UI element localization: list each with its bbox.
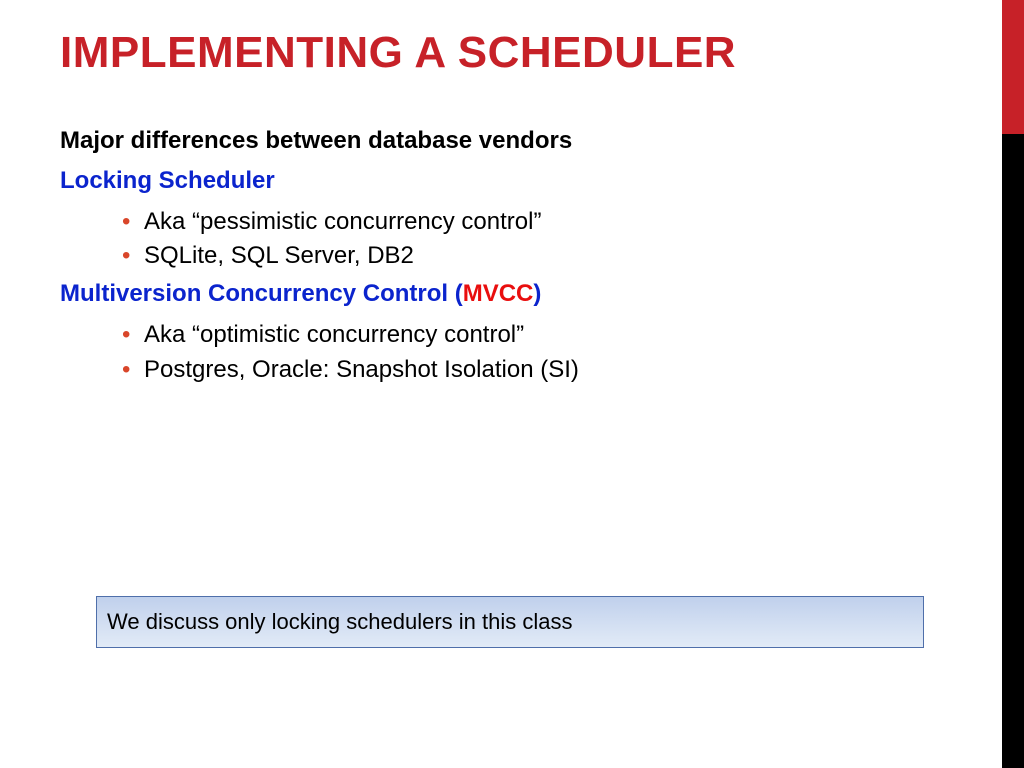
decorative-side-bar bbox=[1002, 0, 1024, 768]
section-heading-highlight: MVCC bbox=[463, 280, 534, 307]
slide-subheading: Major differences between database vendo… bbox=[60, 127, 964, 155]
bullet-list-mvcc: Aka “optimistic concurrency control” Pos… bbox=[122, 318, 964, 388]
slide-content: IMPLEMENTING A SCHEDULER Major differenc… bbox=[60, 28, 964, 394]
side-bar-red bbox=[1002, 0, 1024, 134]
section-heading-text: Multiversion Concurrency Control ( bbox=[60, 280, 463, 307]
section-heading-mvcc: Multiversion Concurrency Control (MVCC) bbox=[60, 280, 964, 308]
callout-text: We discuss only locking schedulers in th… bbox=[107, 609, 572, 635]
side-bar-black bbox=[1002, 134, 1024, 768]
list-item: Aka “optimistic concurrency control” bbox=[122, 318, 964, 353]
bullet-list-locking: Aka “pessimistic concurrency control” SQ… bbox=[122, 205, 964, 275]
list-item: Aka “pessimistic concurrency control” bbox=[122, 205, 964, 240]
section-heading-text: Locking Scheduler bbox=[60, 167, 275, 194]
list-item: SQLite, SQL Server, DB2 bbox=[122, 239, 964, 274]
section-heading-locking: Locking Scheduler bbox=[60, 167, 964, 195]
callout-box: We discuss only locking schedulers in th… bbox=[96, 596, 924, 648]
slide-title: IMPLEMENTING A SCHEDULER bbox=[60, 28, 964, 79]
section-heading-suffix: ) bbox=[533, 280, 541, 307]
list-item: Postgres, Oracle: Snapshot Isolation (SI… bbox=[122, 353, 964, 388]
